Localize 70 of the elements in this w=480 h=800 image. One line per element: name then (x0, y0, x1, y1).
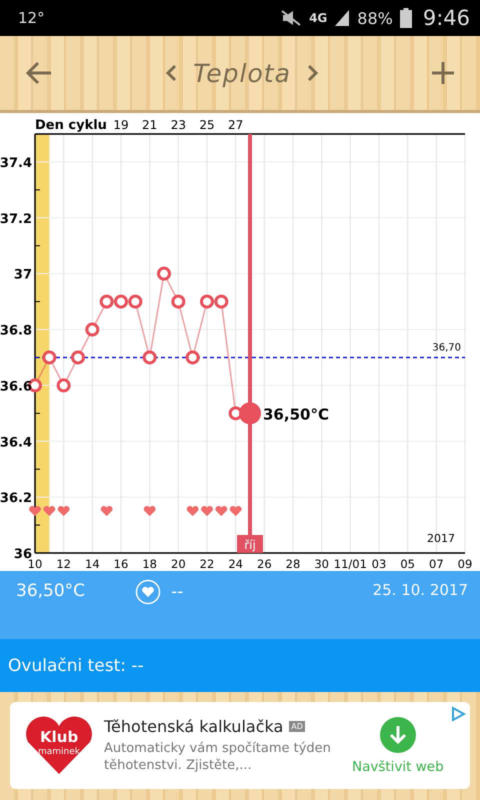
x-axis-label: 18 (142, 557, 157, 571)
y-axis-label: 37 (14, 268, 32, 283)
x-axis-label: 05 (400, 557, 415, 571)
screen-title: Teplota (193, 58, 291, 88)
heart-icon (215, 506, 228, 516)
back-arrow-icon[interactable] (25, 61, 53, 85)
x-axis-label: 22 (200, 557, 214, 571)
ad-description: Automaticky vám spočítame týden těhotenstvi. Zjistěte,... (104, 740, 332, 774)
signal-icon (334, 9, 350, 27)
heart-logo-icon (24, 716, 94, 776)
cover-line-value: 36,70 (432, 342, 461, 354)
ad-title: Těhotenská kalkulačka (104, 717, 284, 736)
heart-icon (230, 506, 242, 516)
clock-time: 9:46 (422, 6, 470, 30)
x-axis-label: 20 (171, 557, 186, 571)
intercourse-value: -- (171, 582, 184, 602)
download-icon (380, 716, 416, 752)
month-label: říj (244, 538, 256, 552)
y-axis-label: 37.2 (0, 212, 32, 227)
battery-percent: 88% (357, 8, 393, 28)
ovulation-test-bar[interactable]: Ovulačni test: -- (0, 639, 480, 692)
x-axis-label: 03 (372, 557, 386, 571)
x-axis-label: 24 (228, 557, 243, 571)
y-axis-label: 36.4 (0, 435, 32, 450)
x-axis-label: 10 (28, 557, 42, 571)
x-axis-label: 14 (85, 557, 100, 571)
y-axis-label: 36.8 (0, 324, 32, 339)
heart-icon (29, 506, 41, 516)
cycle-day-heading: Den cyklu (35, 118, 107, 133)
date-label: 25. 10. 2017 (372, 581, 468, 599)
cycle-day-label: 25 (199, 118, 215, 132)
temperature-value: 36,50°C (16, 581, 86, 601)
cycle-day-label: 19 (113, 118, 129, 132)
network-type: 4G (309, 11, 328, 25)
x-axis-label: 30 (314, 557, 329, 571)
heart-icon (186, 506, 199, 516)
heart-icon (58, 506, 70, 516)
selected-point[interactable] (239, 402, 261, 424)
ad-card[interactable]: Klub maminek Těhotenská kalkulačka AD Automaticky vám spočítame týden těhotenstvi. Zjistěte,... Navštivit web (10, 702, 470, 789)
x-axis-label: 16 (114, 557, 128, 571)
cycle-day-label: 27 (228, 118, 244, 132)
x-axis-label: 09 (458, 557, 472, 571)
year-label: 2017 (427, 532, 455, 545)
y-axis-label: 37.4 (0, 156, 32, 171)
logo-subtext: maminek (38, 746, 80, 756)
heart-icon (43, 506, 56, 516)
heart-icon (144, 506, 156, 516)
weather-temperature: 12° (18, 9, 45, 27)
heart-icon (100, 506, 113, 516)
cycle-day-label: 23 (170, 118, 186, 132)
visit-website-button[interactable]: Navštivit web (352, 716, 444, 774)
x-axis-label: 07 (429, 557, 444, 571)
mute-icon (280, 9, 302, 27)
x-axis-label: 11/01 (334, 557, 367, 571)
add-icon[interactable] (430, 61, 455, 85)
ad-badge: AD (289, 721, 305, 732)
next-chevron-icon[interactable] (306, 64, 319, 82)
previous-chevron-icon[interactable] (165, 64, 178, 82)
logo-text: Klub (40, 728, 78, 746)
y-axis-label: 36.2 (0, 491, 32, 506)
battery-icon (400, 8, 412, 28)
x-axis-label: 28 (286, 557, 300, 571)
selected-value: 36,50°C (263, 405, 329, 424)
heart-icon (201, 506, 213, 516)
cycle-day-label: 21 (142, 118, 158, 132)
x-axis-label: 12 (56, 557, 71, 571)
ad-choices-icon[interactable] (450, 706, 466, 722)
ovulation-test-label: Ovulačni test: -- (8, 656, 144, 676)
month-tag (237, 535, 263, 553)
x-axis-label: 26 (257, 557, 272, 571)
